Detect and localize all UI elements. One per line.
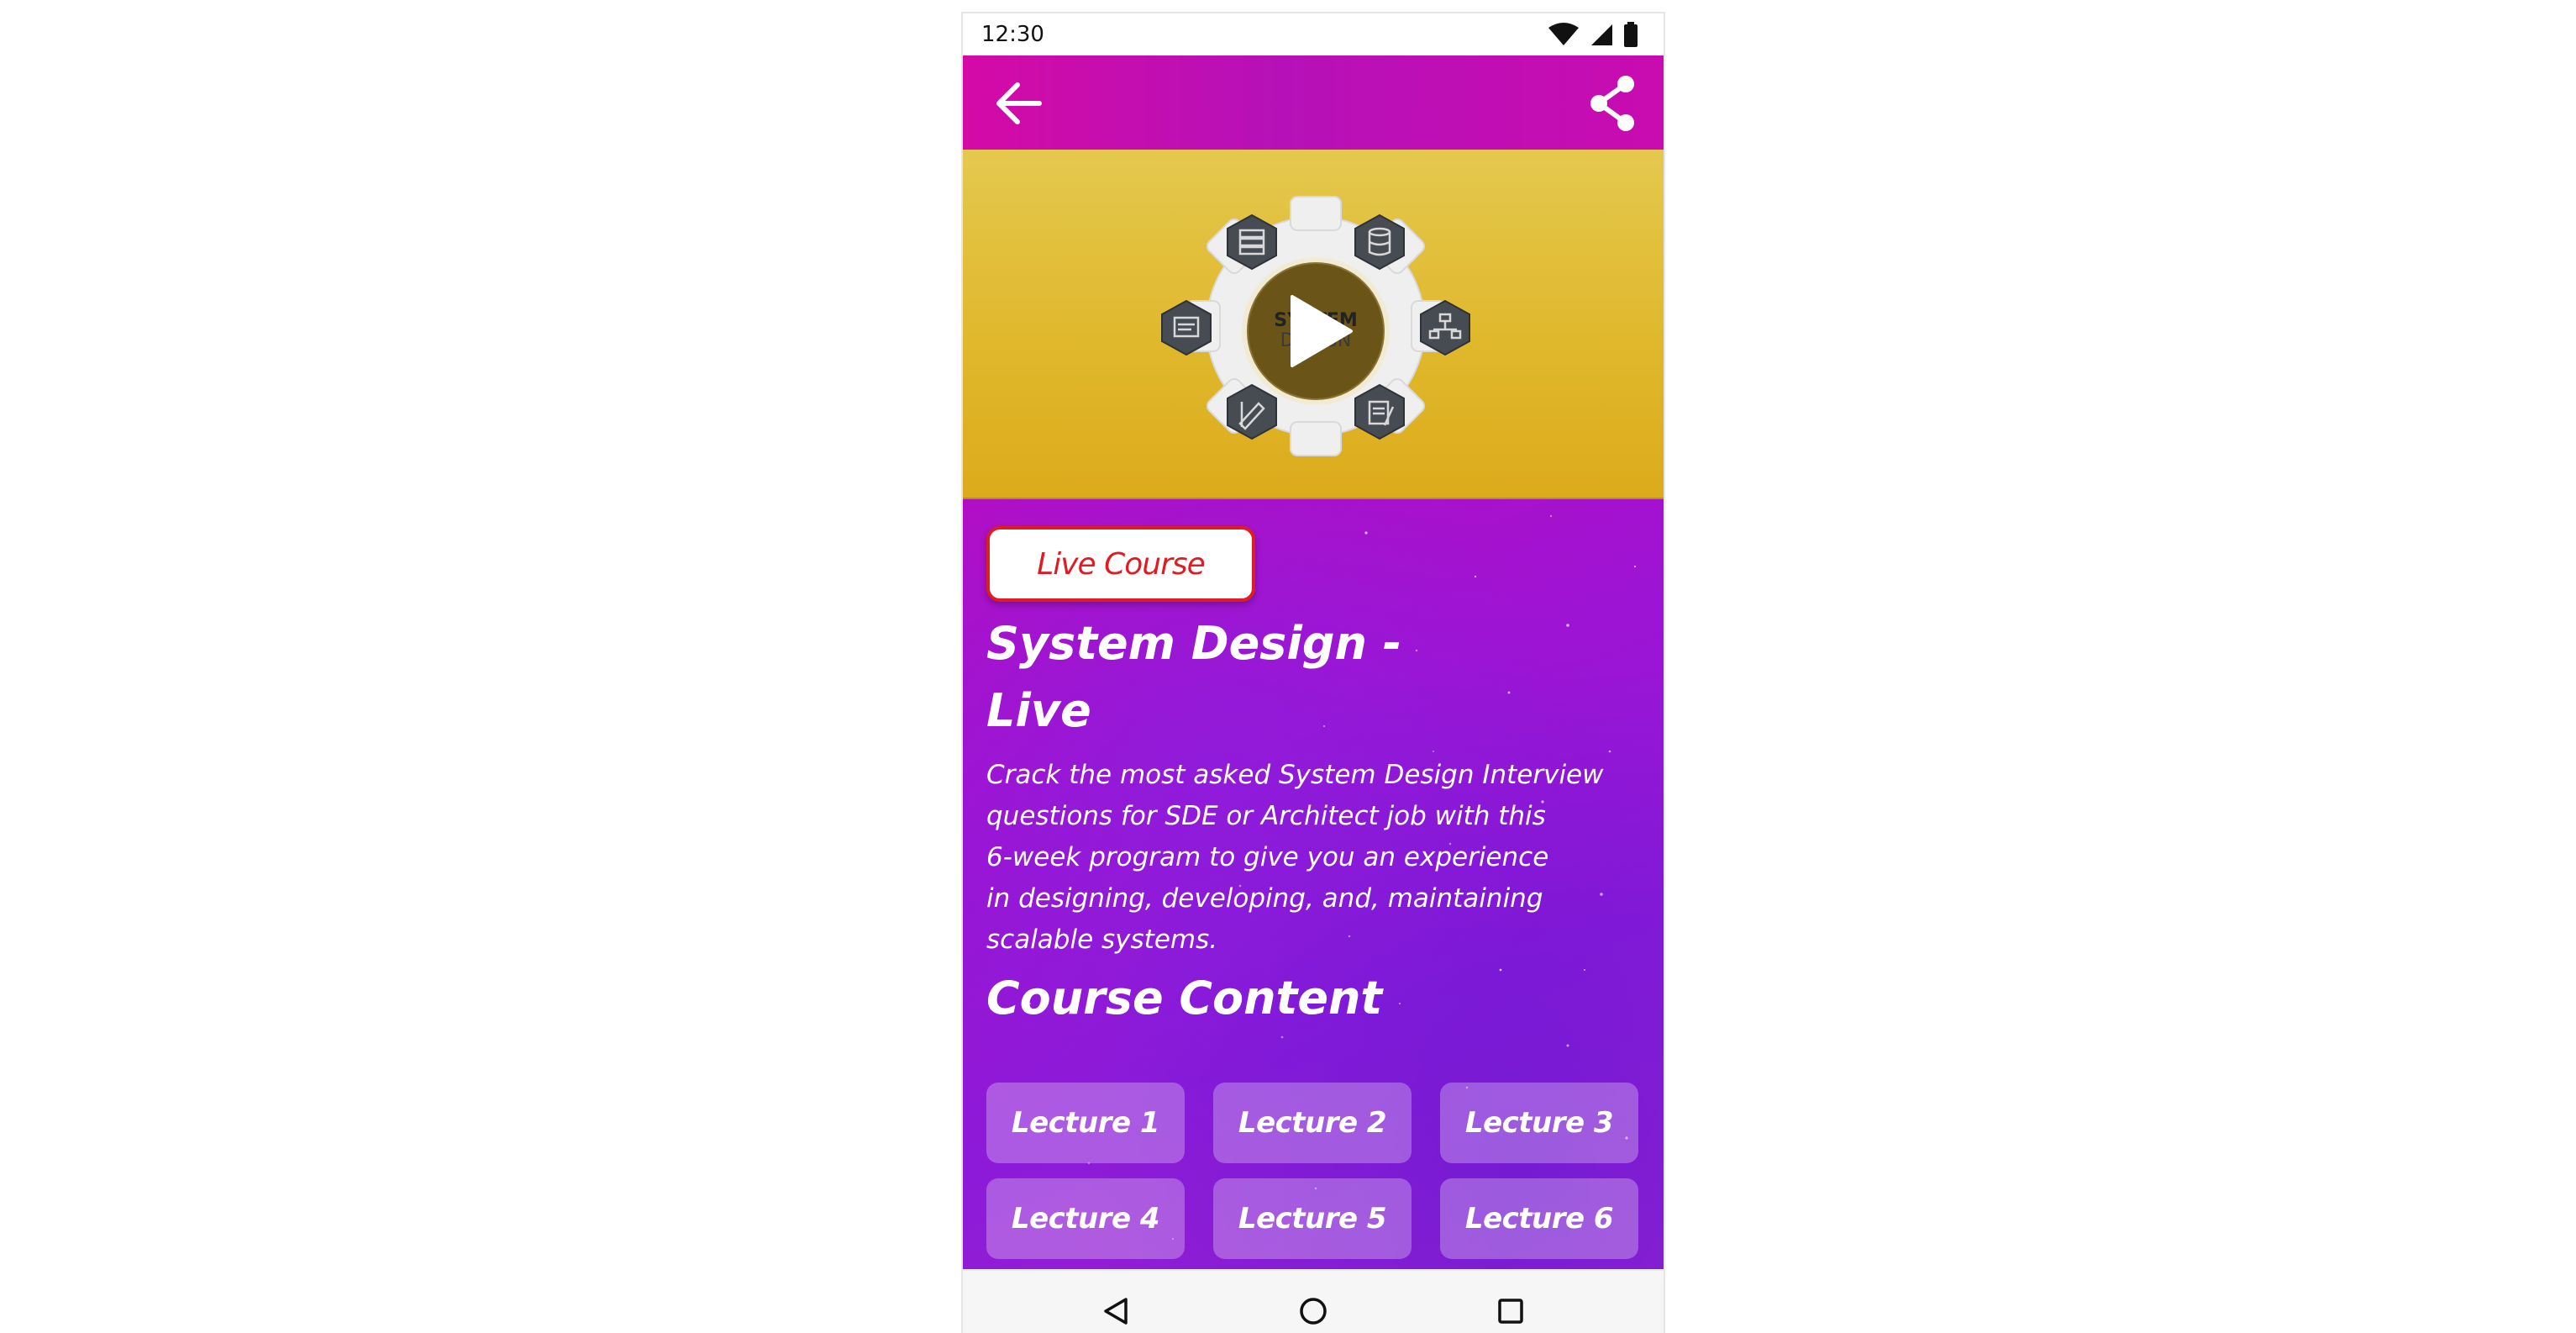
play-icon: [1291, 295, 1353, 367]
status-bar: 12:30: [963, 13, 1664, 55]
play-button[interactable]: SYSTEM DESIGN: [1242, 257, 1390, 405]
course-description: Crack the most asked System Design Inter…: [986, 755, 1633, 961]
lecture-3-button[interactable]: Lecture 3: [1440, 1083, 1638, 1163]
back-button[interactable]: [988, 74, 1047, 133]
lecture-1-button[interactable]: Lecture 1: [986, 1083, 1185, 1163]
signal-icon: [1591, 24, 1612, 45]
share-icon: [1590, 76, 1634, 131]
battery-icon: [1624, 22, 1638, 47]
lecture-grid: Lecture 1 Lecture 2 Lecture 3 Lecture 4 …: [986, 1083, 1642, 1259]
app-bar: [963, 55, 1664, 150]
course-description-line: Crack the most asked System Design Inter…: [986, 760, 1604, 790]
lecture-2-button[interactable]: Lecture 2: [1213, 1083, 1412, 1163]
nav-recents-icon: [1498, 1299, 1523, 1324]
arrow-left-icon: [996, 82, 1042, 124]
course-title: System Design - Live: [986, 610, 1457, 745]
nav-recents-button[interactable]: [1492, 1293, 1529, 1330]
wifi-icon: [1548, 23, 1579, 45]
course-description-line: 6-week program to give you an experience: [986, 842, 1549, 872]
video-player[interactable]: SYSTEM DESIGN: [963, 150, 1664, 499]
phone-screen: 12:30 Live Course System Design - Live C…: [961, 12, 1665, 1333]
live-course-badge: Live Course: [986, 526, 1255, 602]
lecture-6-button[interactable]: Lecture 6: [1440, 1178, 1638, 1259]
nav-home-button[interactable]: [1295, 1293, 1332, 1330]
course-description-line: scalable systems.: [986, 925, 1218, 955]
system-nav-bar: [963, 1269, 1664, 1333]
live-course-badge-label: Live Course: [1037, 546, 1206, 582]
share-button[interactable]: [1583, 74, 1642, 133]
course-content-heading: Course Content: [986, 972, 1383, 1025]
course-description-line: in designing, developing, and, maintaini…: [986, 883, 1543, 914]
course-title-line2: Live: [986, 684, 1091, 737]
nav-back-icon: [1104, 1298, 1128, 1325]
status-time: 12:30: [981, 22, 1044, 47]
course-description-line: questions for SDE or Architect job with …: [986, 801, 1546, 831]
lecture-5-button[interactable]: Lecture 5: [1213, 1178, 1412, 1259]
nav-back-button[interactable]: [1097, 1293, 1134, 1330]
status-icons: [1548, 22, 1638, 47]
nav-home-icon: [1300, 1298, 1327, 1325]
course-title-line1: System Design -: [986, 617, 1402, 670]
lecture-4-button[interactable]: Lecture 4: [986, 1178, 1185, 1259]
course-details: Live Course System Design - Live Crack t…: [963, 499, 1664, 1269]
